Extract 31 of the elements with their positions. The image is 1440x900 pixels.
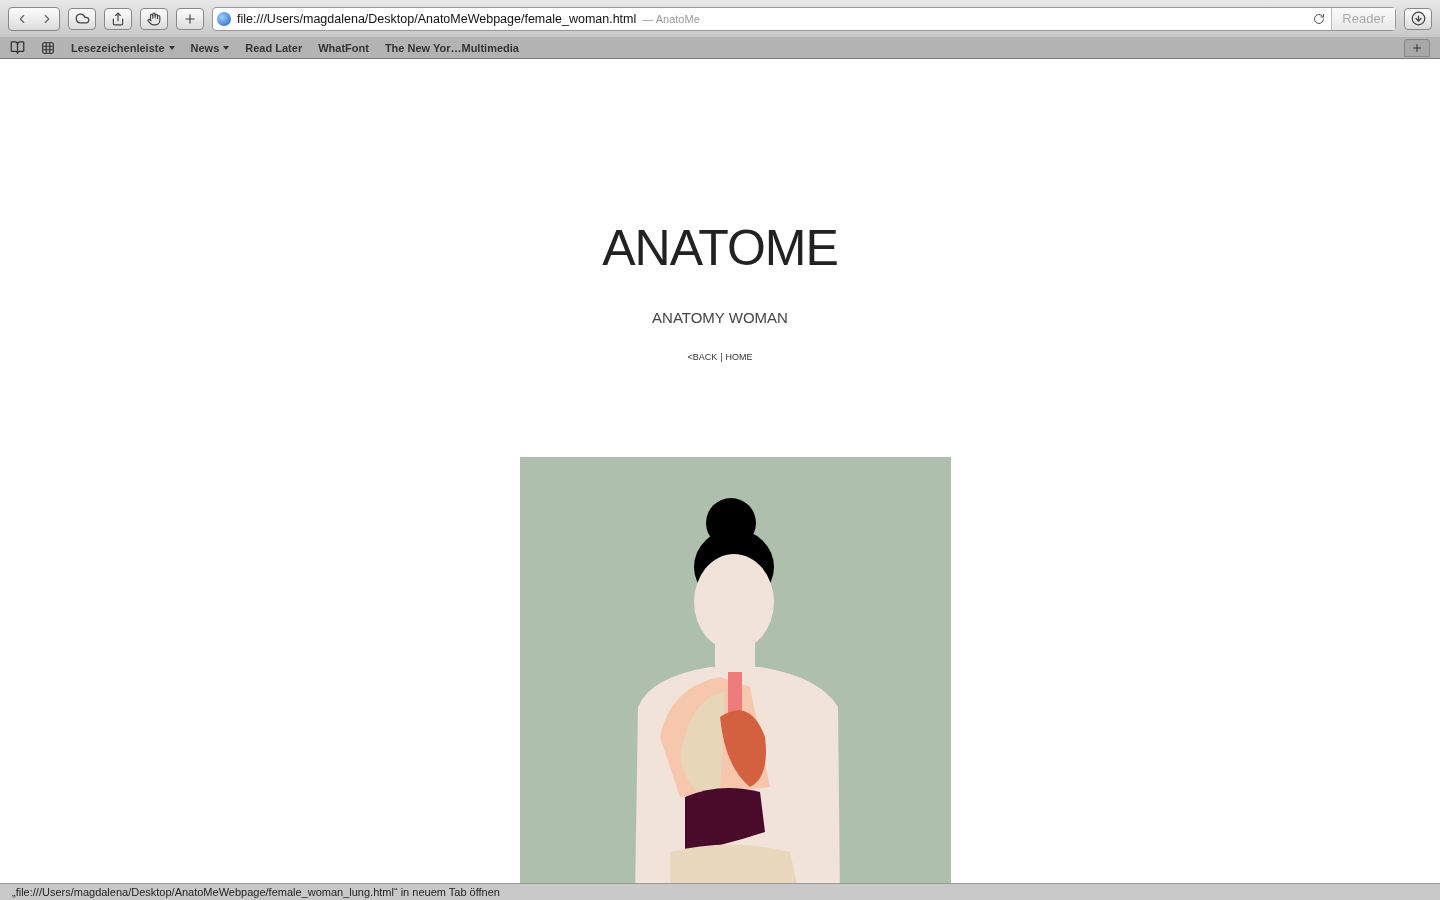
cloud-button[interactable] xyxy=(68,7,96,30)
caret-icon xyxy=(223,45,230,50)
hand-icon xyxy=(147,11,161,26)
bookmark-item[interactable]: WhatFont xyxy=(318,41,369,54)
status-bar: „file:///Users/magdalena/Desktop/AnatoMeWebpage/female_woman_lung.html“ in neuem Tab öffnen xyxy=(0,883,1440,900)
page-subtitle: ANATOMY WOMAN xyxy=(652,309,788,326)
nav-link[interactable]: <BACK xyxy=(687,352,718,362)
page-title-text: — AnatoMe xyxy=(642,12,701,25)
nav-link[interactable]: HOME xyxy=(725,352,753,362)
separator-text: | xyxy=(720,352,723,362)
address-text: file:///Users/magdalena/Desktop/AnatoMeWebpage/female_woman.html xyxy=(237,11,637,26)
globe-icon xyxy=(217,11,231,26)
book-icon[interactable] xyxy=(10,40,25,55)
bookmark-item[interactable]: Read Later xyxy=(245,41,303,54)
new-tab-button[interactable] xyxy=(176,7,204,30)
bookmark-item[interactable]: Lesezeichenleiste xyxy=(71,41,175,54)
share-button[interactable] xyxy=(104,7,132,30)
share-icon xyxy=(111,11,125,26)
reload-icon[interactable] xyxy=(1313,12,1326,25)
caret-icon xyxy=(168,45,175,50)
bookmark-item[interactable]: The New Yor…Multimedia xyxy=(384,41,519,54)
download-icon xyxy=(1410,11,1426,26)
bookmark-item[interactable]: News xyxy=(190,41,230,54)
cloud-icon xyxy=(74,11,90,26)
site-title: ANATOME xyxy=(602,219,838,277)
address-field[interactable]: file:///Users/magdalena/Desktop/AnatoMeWebpage/female_woman.html — AnatoMe Reader xyxy=(212,6,1396,31)
grid-icon[interactable] xyxy=(41,40,55,55)
hand-button[interactable] xyxy=(140,7,168,30)
plus-icon xyxy=(1411,41,1423,54)
plus-icon xyxy=(183,11,197,26)
downloads-button[interactable] xyxy=(1404,7,1432,30)
